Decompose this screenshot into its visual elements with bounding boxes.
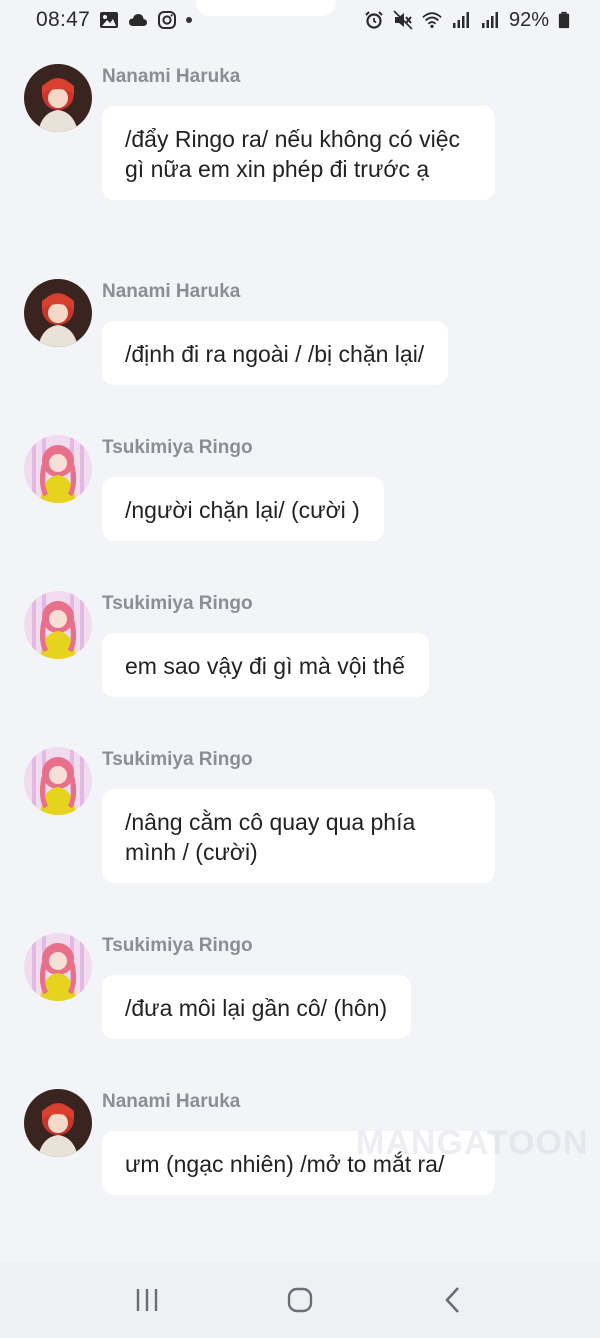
alarm-icon (365, 11, 383, 29)
back-icon (445, 1287, 460, 1313)
sender-name: Tsukimiya Ringo (102, 437, 253, 458)
home-icon (287, 1287, 313, 1313)
sender-name: Nanami Haruka (102, 281, 241, 302)
back-button[interactable] (433, 1280, 473, 1320)
home-button[interactable] (280, 1280, 320, 1320)
signal-icon (452, 12, 469, 28)
battery-percentage: 92% (508, 8, 549, 31)
message-item: Tsukimiya Ringo em sao vậy đi gì mà vội … (0, 583, 600, 697)
ringo-avatar[interactable] (24, 591, 92, 659)
status-bar: 08:47 92% (0, 0, 600, 40)
navigation-bar (0, 1262, 600, 1338)
sender-name: Nanami Haruka (102, 1091, 241, 1112)
message-bubble[interactable]: /người chặn lại/ (cười ) (102, 477, 384, 541)
signal-icon (481, 12, 498, 28)
status-left: 08:47 (36, 8, 193, 32)
watermark: MANGATOON (356, 1124, 589, 1162)
sender-name: Nanami Haruka (102, 66, 241, 87)
nanami-avatar[interactable] (24, 64, 92, 132)
message-bubble[interactable]: em sao vậy đi gì mà vội thế (102, 633, 429, 697)
recent-apps-icon (136, 1289, 157, 1311)
instagram-icon (158, 11, 177, 29)
notification-dot-icon (186, 17, 193, 23)
wifi-icon (422, 12, 442, 28)
message-item: Nanami Haruka /định đi ra ngoài / /bị ch… (0, 271, 600, 385)
mute-icon (393, 10, 413, 30)
message-bubble[interactable]: /nâng cằm cô quay qua phía mình / (cười) (102, 789, 495, 883)
cloud-icon (129, 14, 148, 26)
sender-name: Tsukimiya Ringo (102, 935, 253, 956)
battery-icon (558, 11, 570, 29)
ringo-avatar[interactable] (24, 747, 92, 815)
recent-apps-button[interactable] (127, 1280, 167, 1320)
message-item: Tsukimiya Ringo /đưa môi lại gần cô/ (hô… (0, 925, 600, 1039)
message-item: Nanami Haruka /đẩy Ringo ra/ nếu không c… (0, 56, 600, 200)
sender-name: Tsukimiya Ringo (102, 749, 253, 770)
message-item: Tsukimiya Ringo /nâng cằm cô quay qua ph… (0, 739, 600, 883)
status-time: 08:47 (36, 8, 91, 31)
ringo-avatar[interactable] (24, 435, 92, 503)
message-bubble[interactable]: /đưa môi lại gần cô/ (hôn) (102, 975, 412, 1039)
message-bubble[interactable]: /định đi ra ngoài / /bị chặn lại/ (102, 321, 449, 385)
nanami-avatar[interactable] (24, 1089, 92, 1157)
chat-screen: 08:47 92% Nanami Haruka /đẩy Ringo ra/ n… (0, 0, 600, 1338)
ringo-avatar[interactable] (24, 933, 92, 1001)
message-bubble[interactable]: /đẩy Ringo ra/ nếu không có việc gì nữa … (102, 106, 495, 200)
sender-name: Tsukimiya Ringo (102, 593, 253, 614)
nanami-avatar[interactable] (24, 279, 92, 347)
gallery-icon (100, 12, 119, 28)
message-item: Tsukimiya Ringo /người chặn lại/ (cười ) (0, 427, 600, 541)
status-right: 92% (364, 9, 570, 32)
